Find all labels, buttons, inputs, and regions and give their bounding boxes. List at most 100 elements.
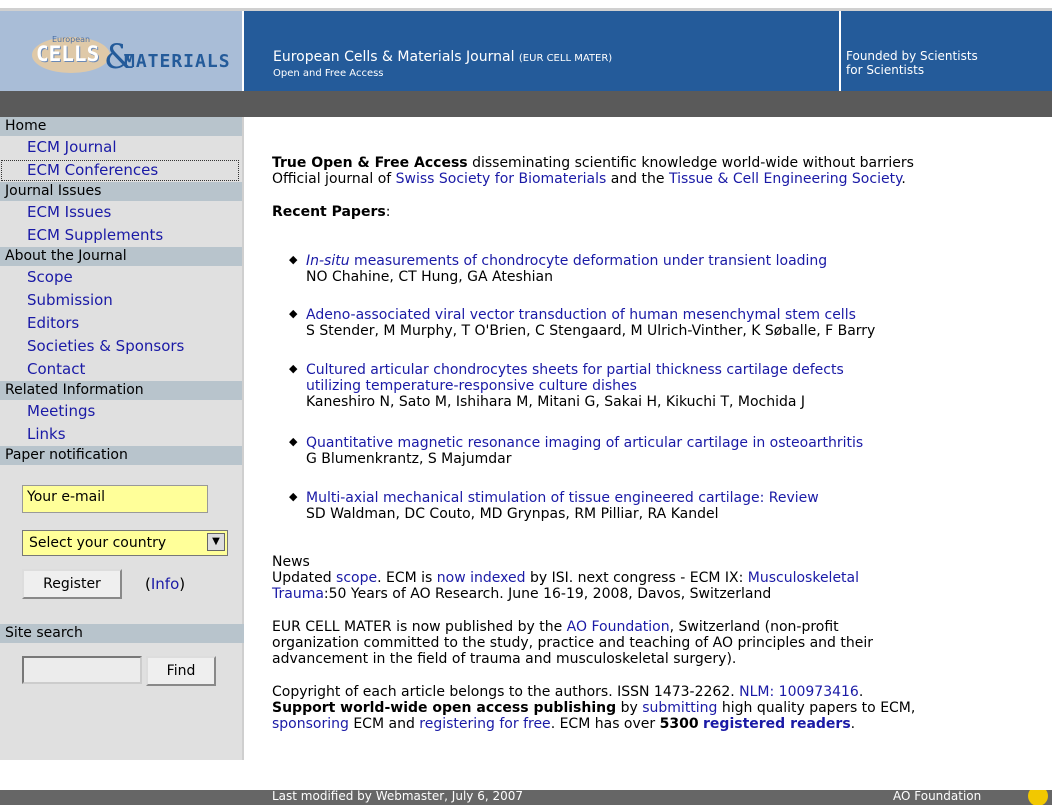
copyright-text-a: Copyright of each article belongs to the… xyxy=(272,684,740,700)
nlm-link[interactable]: NLM: 100973416 xyxy=(739,684,859,700)
sidebar-item-ecm-issues[interactable]: ECM Issues xyxy=(0,201,242,224)
site-title-abbr: (EUR CELL MATER) xyxy=(518,53,613,64)
paper-title-link[interactable]: Cultured articular chondrocytes sheets f… xyxy=(306,362,844,378)
paper-authors: NO Chahine, CT Hung, GA Ateshian xyxy=(306,269,553,285)
intro-rest: disseminating scientific knowledge world… xyxy=(467,155,914,171)
logo[interactable]: European CELLS & MATERIALS xyxy=(0,11,244,91)
sidebar-item-ecm-supplements[interactable]: ECM Supplements xyxy=(0,224,242,247)
sidebar-section-related: Related Information xyxy=(0,381,242,400)
site-subtitle: Open and Free Access xyxy=(273,68,384,79)
main-content: True Open & Free Access disseminating sc… xyxy=(272,155,1052,220)
ssb-link[interactable]: Swiss Society for Biomaterials xyxy=(396,171,607,187)
list-item: ◆ In-situ measurements of chondrocyte de… xyxy=(289,253,827,285)
list-item: ◆ Cultured articular chondrocytes sheets… xyxy=(289,362,844,410)
ao-text-b: , Switzerland (non-profit xyxy=(669,619,839,635)
register-button[interactable]: Register xyxy=(22,569,122,599)
logo-cells-text: CELLS xyxy=(36,42,100,66)
paper-authors: G Blumenkrantz, S Majumdar xyxy=(306,451,512,467)
sidebar-item-societies[interactable]: Societies & Sponsors xyxy=(0,335,242,358)
paper-title-link[interactable]: Adeno-associated viral vector transducti… xyxy=(306,307,856,323)
sidebar-item-submission[interactable]: Submission xyxy=(0,289,242,312)
sidebar-item-editors[interactable]: Editors xyxy=(0,312,242,335)
bullet-icon: ◆ xyxy=(289,435,298,448)
news-line-2: Trauma:50 Years of AO Research. June 16-… xyxy=(272,586,1052,602)
paper-title-link[interactable]: Quantitative magnetic resonance imaging … xyxy=(306,435,863,451)
site-footer: Last modified by Webmaster, July 6, 2007… xyxy=(0,790,1052,805)
intro-end: . xyxy=(901,171,906,187)
top-border xyxy=(0,0,1052,8)
ao-text-a: EUR CELL MATER is now published by the xyxy=(272,619,567,635)
tces-link[interactable]: Tissue & Cell Engineering Society xyxy=(669,171,901,187)
header-divider xyxy=(839,11,841,91)
country-select-value: Select your country xyxy=(29,535,167,551)
news-line-1: Updated scope. ECM is now indexed by ISI… xyxy=(272,570,1052,586)
paper-authors: Kaneshiro N, Sato M, Ishihara M, Mitani … xyxy=(306,394,806,410)
intro-line-1: True Open & Free Access disseminating sc… xyxy=(272,155,1052,171)
sidebar-item-ecm-conferences[interactable]: ECM Conferences xyxy=(0,159,240,182)
search-input[interactable] xyxy=(22,656,142,684)
news-text-b: . ECM is xyxy=(377,570,437,586)
congress-link-cont[interactable]: Trauma xyxy=(272,586,324,602)
list-item: ◆ Multi-axial mechanical stimulation of … xyxy=(289,490,819,522)
recent-papers-heading: Recent Papers: xyxy=(272,204,1052,220)
paper-authors: SD Waldman, DC Couto, MD Grynpas, RM Pil… xyxy=(306,506,719,522)
indexed-link[interactable]: now indexed xyxy=(437,570,526,586)
info-link-group: (Info) xyxy=(145,575,185,593)
submitting-link[interactable]: submitting xyxy=(642,700,717,716)
copyright-text-d: high quality papers to ECM, xyxy=(717,700,916,716)
bullet-icon: ◆ xyxy=(289,307,298,320)
sidebar-item-links[interactable]: Links xyxy=(0,423,242,446)
intro-line-2: Official journal of Swiss Society for Bi… xyxy=(272,171,1052,187)
congress-link[interactable]: Musculoskeletal xyxy=(748,570,859,586)
sidebar-section-paper-notification: Paper notification xyxy=(0,446,242,465)
sponsoring-link[interactable]: sponsoring xyxy=(272,716,349,732)
recent-papers-colon: : xyxy=(385,204,391,220)
sidebar-item-meetings[interactable]: Meetings xyxy=(0,400,242,423)
sidebar-item-scope[interactable]: Scope xyxy=(0,266,242,289)
ao-foundation-footer-link[interactable]: AO Foundation xyxy=(893,790,981,803)
info-close-paren: ) xyxy=(179,575,186,593)
ao-line-1: EUR CELL MATER is now published by the A… xyxy=(272,619,1052,635)
bullet-icon: ◆ xyxy=(289,253,298,266)
paper-title-italic: In-situ xyxy=(306,253,350,269)
sidebar-section-site-search: Site search xyxy=(0,624,244,643)
news-text-c: by ISI. next congress - ECM IX: xyxy=(525,570,748,586)
sidebar-item-ecm-journal[interactable]: ECM Journal xyxy=(0,136,242,159)
copyright-line-2: Support world-wide open access publishin… xyxy=(272,700,1052,716)
site-title: European Cells & Materials Journal (EUR … xyxy=(273,49,612,65)
copyright-text-f: . ECM has over xyxy=(550,716,660,732)
bullet-icon: ◆ xyxy=(289,490,298,503)
site-title-text: European Cells & Materials Journal xyxy=(273,49,515,65)
sidebar-home[interactable]: Home xyxy=(0,117,242,136)
registering-link[interactable]: registering for free xyxy=(419,716,550,732)
country-select[interactable]: Select your country ▼ xyxy=(22,530,228,556)
sidebar-item-contact[interactable]: Contact xyxy=(0,358,242,381)
sidebar-section-journal-issues: Journal Issues xyxy=(0,182,242,201)
intro-official-text: Official journal of xyxy=(272,171,396,187)
paper-title-link[interactable]: Multi-axial mechanical stimulation of ti… xyxy=(306,490,819,506)
copyright-text-b: . xyxy=(858,684,864,700)
news-text-d: :50 Years of AO Research. June 16-19, 20… xyxy=(323,586,772,602)
ao-foundation-link[interactable]: AO Foundation xyxy=(567,619,670,635)
site-header: European CELLS & MATERIALS European Cell… xyxy=(0,11,1052,91)
copyright-line-3: sponsoring ECM and registering for free.… xyxy=(272,716,1052,732)
paper-title-link-cont[interactable]: utilizing temperature-responsive culture… xyxy=(306,378,637,394)
site-tagline: Founded by Scientists for Scientists xyxy=(846,49,978,77)
list-item: ◆ Quantitative magnetic resonance imagin… xyxy=(289,435,863,467)
scope-link[interactable]: scope xyxy=(336,570,377,586)
paper-title-link[interactable]: In-situ measurements of chondrocyte defo… xyxy=(306,253,827,269)
email-field[interactable]: Your e-mail xyxy=(22,485,208,513)
intro-and-text: and the xyxy=(606,171,669,187)
copyright-line-1: Copyright of each article belongs to the… xyxy=(272,684,1052,700)
find-button[interactable]: Find xyxy=(146,656,216,686)
chevron-down-icon[interactable]: ▼ xyxy=(207,533,225,551)
news-heading: News xyxy=(272,554,310,570)
tagline-line-2: for Scientists xyxy=(846,63,925,77)
copyright-text-c: by xyxy=(616,700,643,716)
sidebar-section-about: About the Journal xyxy=(0,247,242,266)
registered-readers-link[interactable]: registered readers xyxy=(703,716,851,732)
info-link[interactable]: Info xyxy=(151,575,179,593)
copyright-text-e: ECM and xyxy=(348,716,420,732)
paper-title: measurements of chondrocyte deformation … xyxy=(349,253,828,269)
tagline-line-1: Founded by Scientists xyxy=(846,49,978,63)
